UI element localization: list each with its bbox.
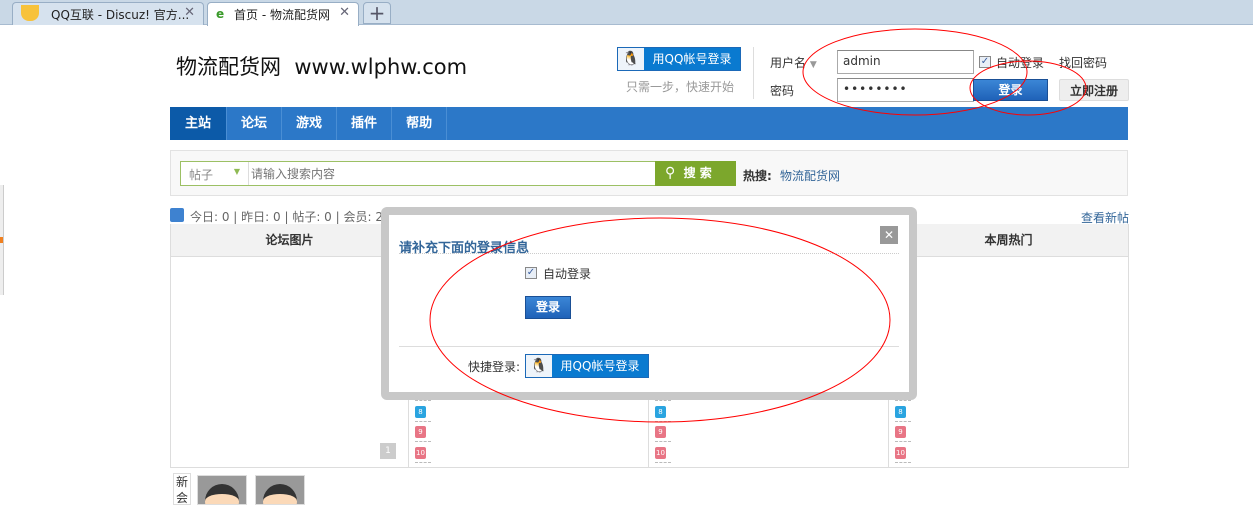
annotation-ellipse [429, 217, 891, 423]
annotation-ellipse [802, 28, 1028, 116]
annotation-overlay [429, 28, 1087, 423]
annotation-ellipse [969, 60, 1087, 116]
